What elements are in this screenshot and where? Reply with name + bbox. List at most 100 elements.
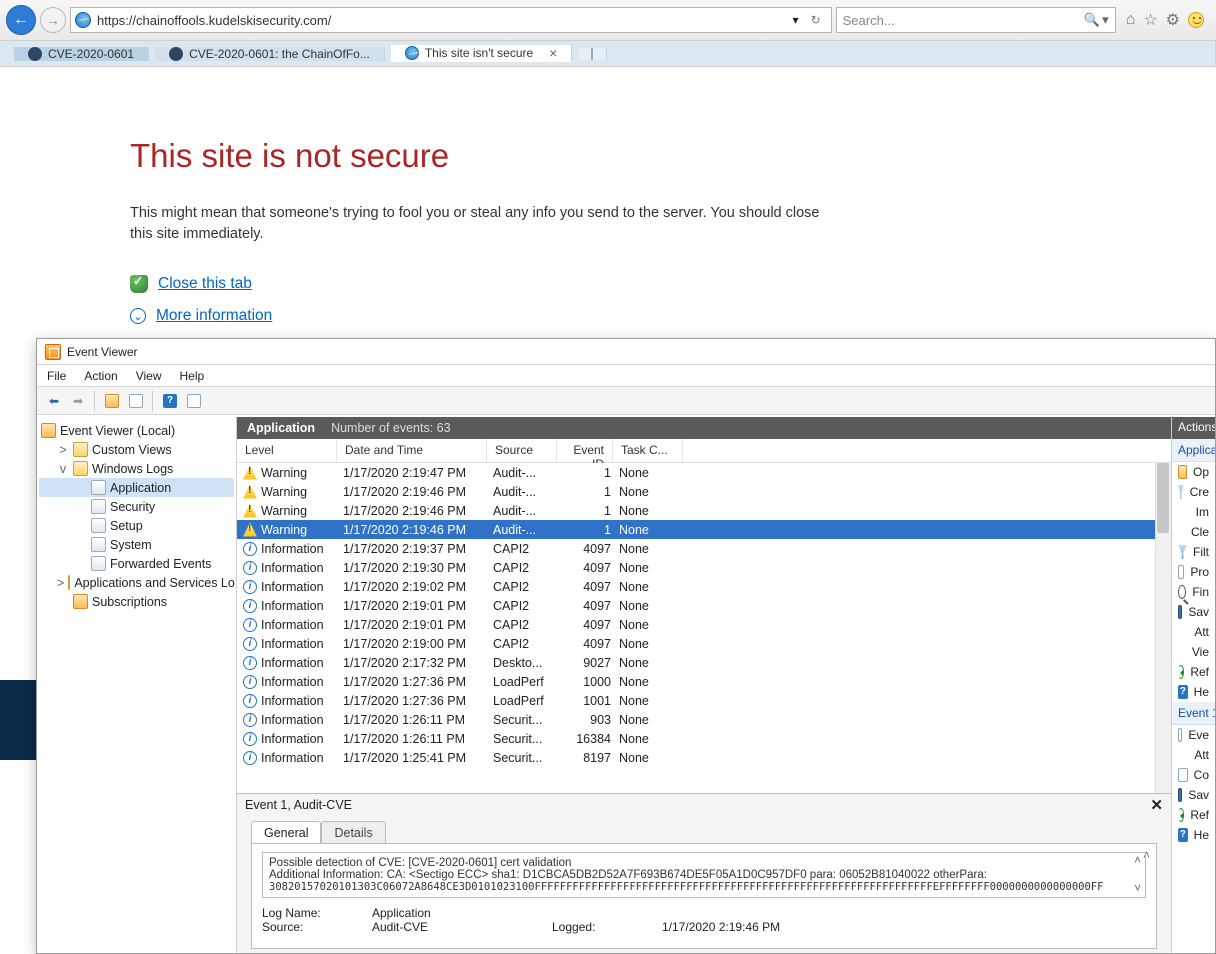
source-text: CAPI2 [493, 561, 563, 575]
event-row[interactable]: Warning1/17/2020 2:19:47 PMAudit-...1Non… [237, 463, 1171, 482]
tab-general[interactable]: General [251, 821, 321, 844]
search-placeholder: Search... [843, 13, 1078, 28]
tree-item-forwarded-events[interactable]: Forwarded Events [39, 554, 234, 573]
address-bar[interactable]: https://chainoffools.kudelskisecurity.co… [70, 7, 832, 33]
tree-label: System [110, 538, 152, 552]
search-icon[interactable]: 🔍▾ [1084, 12, 1109, 28]
home-icon[interactable]: ⌂ [1126, 11, 1136, 29]
event-row[interactable]: iInformation1/17/2020 1:25:41 PMSecurit.… [237, 748, 1171, 767]
col-event-id[interactable]: Event ID [557, 439, 613, 462]
expand-icon[interactable]: > [57, 443, 69, 457]
event-row[interactable]: iInformation1/17/2020 2:19:00 PMCAPI2409… [237, 634, 1171, 653]
event-row[interactable]: iInformation1/17/2020 2:19:02 PMCAPI2409… [237, 577, 1171, 596]
feedback-icon[interactable] [1188, 12, 1204, 28]
scroll-down-icon[interactable]: ˅ [1134, 883, 1141, 895]
source-text: Securit... [493, 713, 563, 727]
tab-chainoffools[interactable]: CVE-2020-0601: the ChainOfFo... [155, 47, 385, 61]
search-box[interactable]: Search... 🔍▾ [836, 7, 1116, 33]
col-datetime[interactable]: Date and Time [337, 439, 487, 462]
event-row[interactable]: Warning1/17/2020 2:19:46 PMAudit-...1Non… [237, 501, 1171, 520]
action-sav[interactable]: Sav [1172, 785, 1215, 805]
action-co[interactable]: Co [1172, 765, 1215, 785]
action-ref[interactable]: Ref [1172, 662, 1215, 682]
event-row[interactable]: iInformation1/17/2020 2:19:30 PMCAPI2409… [237, 558, 1171, 577]
nav-forward-icon[interactable]: ➡ [67, 390, 89, 412]
menu-file[interactable]: File [47, 369, 66, 383]
action-eve[interactable]: Eve [1172, 725, 1215, 745]
tab-cve-2020-0601[interactable]: CVE-2020-0601 [14, 47, 149, 61]
event-row[interactable]: iInformation1/17/2020 2:19:01 PMCAPI2409… [237, 615, 1171, 634]
scroll-thumb[interactable] [1157, 463, 1169, 533]
tree-item-applications-and-services-lo[interactable]: >Applications and Services Lo [39, 573, 234, 592]
event-row[interactable]: iInformation1/17/2020 2:19:01 PMCAPI2409… [237, 596, 1171, 615]
action-att[interactable]: Att [1172, 622, 1215, 642]
close-tab-link[interactable]: Close this tab [158, 275, 252, 293]
scrollbar[interactable] [1155, 463, 1171, 793]
help-icon[interactable]: ? [159, 390, 181, 412]
action-im[interactable]: Im [1172, 502, 1215, 522]
action-he[interactable]: ?He [1172, 682, 1215, 702]
task-category-text: None [619, 523, 689, 537]
action-cre[interactable]: Cre [1172, 482, 1215, 502]
tree-item-system[interactable]: System [39, 535, 234, 554]
event-row[interactable]: iInformation1/17/2020 2:19:37 PMCAPI2409… [237, 539, 1171, 558]
expand-icon[interactable]: v [57, 462, 69, 476]
event-row[interactable]: iInformation1/17/2020 1:26:11 PMSecurit.… [237, 710, 1171, 729]
forward-button[interactable]: → [40, 7, 66, 33]
tree-root[interactable]: Event Viewer (Local) [39, 421, 234, 440]
preview-pane-icon[interactable] [183, 390, 205, 412]
col-level[interactable]: Level [237, 439, 337, 462]
event-row[interactable]: iInformation1/17/2020 1:27:36 PMLoadPerf… [237, 691, 1171, 710]
favorites-icon[interactable]: ☆ [1143, 10, 1157, 30]
action-fin[interactable]: Fin [1172, 582, 1215, 602]
action-sav[interactable]: Sav [1172, 602, 1215, 622]
action-filt[interactable]: Filt [1172, 542, 1215, 562]
log-icon [91, 518, 106, 533]
tree-item-security[interactable]: Security [39, 497, 234, 516]
nav-back-icon[interactable]: ⬅ [43, 390, 65, 412]
back-button[interactable]: ← [6, 5, 36, 35]
tree-item-custom-views[interactable]: >Custom Views [39, 440, 234, 459]
expand-icon[interactable]: > [57, 576, 64, 590]
properties-icon[interactable] [125, 390, 147, 412]
tab-details[interactable]: Details [321, 821, 385, 844]
tree-item-application[interactable]: Application [39, 478, 234, 497]
menu-help[interactable]: Help [180, 369, 205, 383]
show-hide-tree-icon[interactable] [101, 390, 123, 412]
tools-icon[interactable]: ⚙ [1166, 10, 1180, 30]
event-row[interactable]: iInformation1/17/2020 1:26:11 PMSecurit.… [237, 729, 1171, 748]
kv-log-name: Log Name: Application [262, 906, 1146, 920]
tree-item-subscriptions[interactable]: Subscriptions [39, 592, 234, 611]
action-att[interactable]: Att [1172, 745, 1215, 765]
action-cle[interactable]: Cle [1172, 522, 1215, 542]
detail-title: Event 1, Audit-CVE [245, 798, 352, 812]
event-row[interactable]: Warning1/17/2020 2:19:46 PMAudit-...1Non… [237, 482, 1171, 501]
action-vie[interactable]: Vie [1172, 642, 1215, 662]
action-pro[interactable]: Pro [1172, 562, 1215, 582]
action-ref[interactable]: Ref [1172, 805, 1215, 825]
source-text: Securit... [493, 732, 563, 746]
event-row[interactable]: iInformation1/17/2020 2:17:32 PMDeskto..… [237, 653, 1171, 672]
menu-action[interactable]: Action [84, 369, 117, 383]
close-icon[interactable]: × [549, 45, 557, 61]
col-source[interactable]: Source [487, 439, 557, 462]
new-tab-button[interactable] [578, 48, 607, 60]
shield-icon [130, 275, 148, 293]
close-icon[interactable]: ✕ [1150, 796, 1163, 814]
action-op[interactable]: Op [1172, 462, 1215, 482]
datetime-text: 1/17/2020 2:19:37 PM [343, 542, 493, 556]
scroll-up-icon[interactable]: ˄ [1134, 855, 1141, 867]
tree-item-setup[interactable]: Setup [39, 516, 234, 535]
col-task-category[interactable]: Task C... [613, 439, 683, 462]
error-message: This might mean that someone's trying to… [130, 203, 830, 245]
menu-view[interactable]: View [136, 369, 162, 383]
tree-item-windows-logs[interactable]: vWindows Logs [39, 459, 234, 478]
detail-tabs: General Details [237, 816, 1171, 843]
url-dropdown-icon[interactable]: ▾ [793, 13, 799, 27]
event-row[interactable]: iInformation1/17/2020 1:27:36 PMLoadPerf… [237, 672, 1171, 691]
tab-not-secure[interactable]: This site isn't secure × [391, 45, 573, 62]
action-he[interactable]: ?He [1172, 825, 1215, 845]
refresh-icon[interactable]: ↻ [805, 13, 827, 27]
event-row[interactable]: Warning1/17/2020 2:19:46 PMAudit-...1Non… [237, 520, 1171, 539]
more-info-link[interactable]: More information [156, 307, 272, 325]
